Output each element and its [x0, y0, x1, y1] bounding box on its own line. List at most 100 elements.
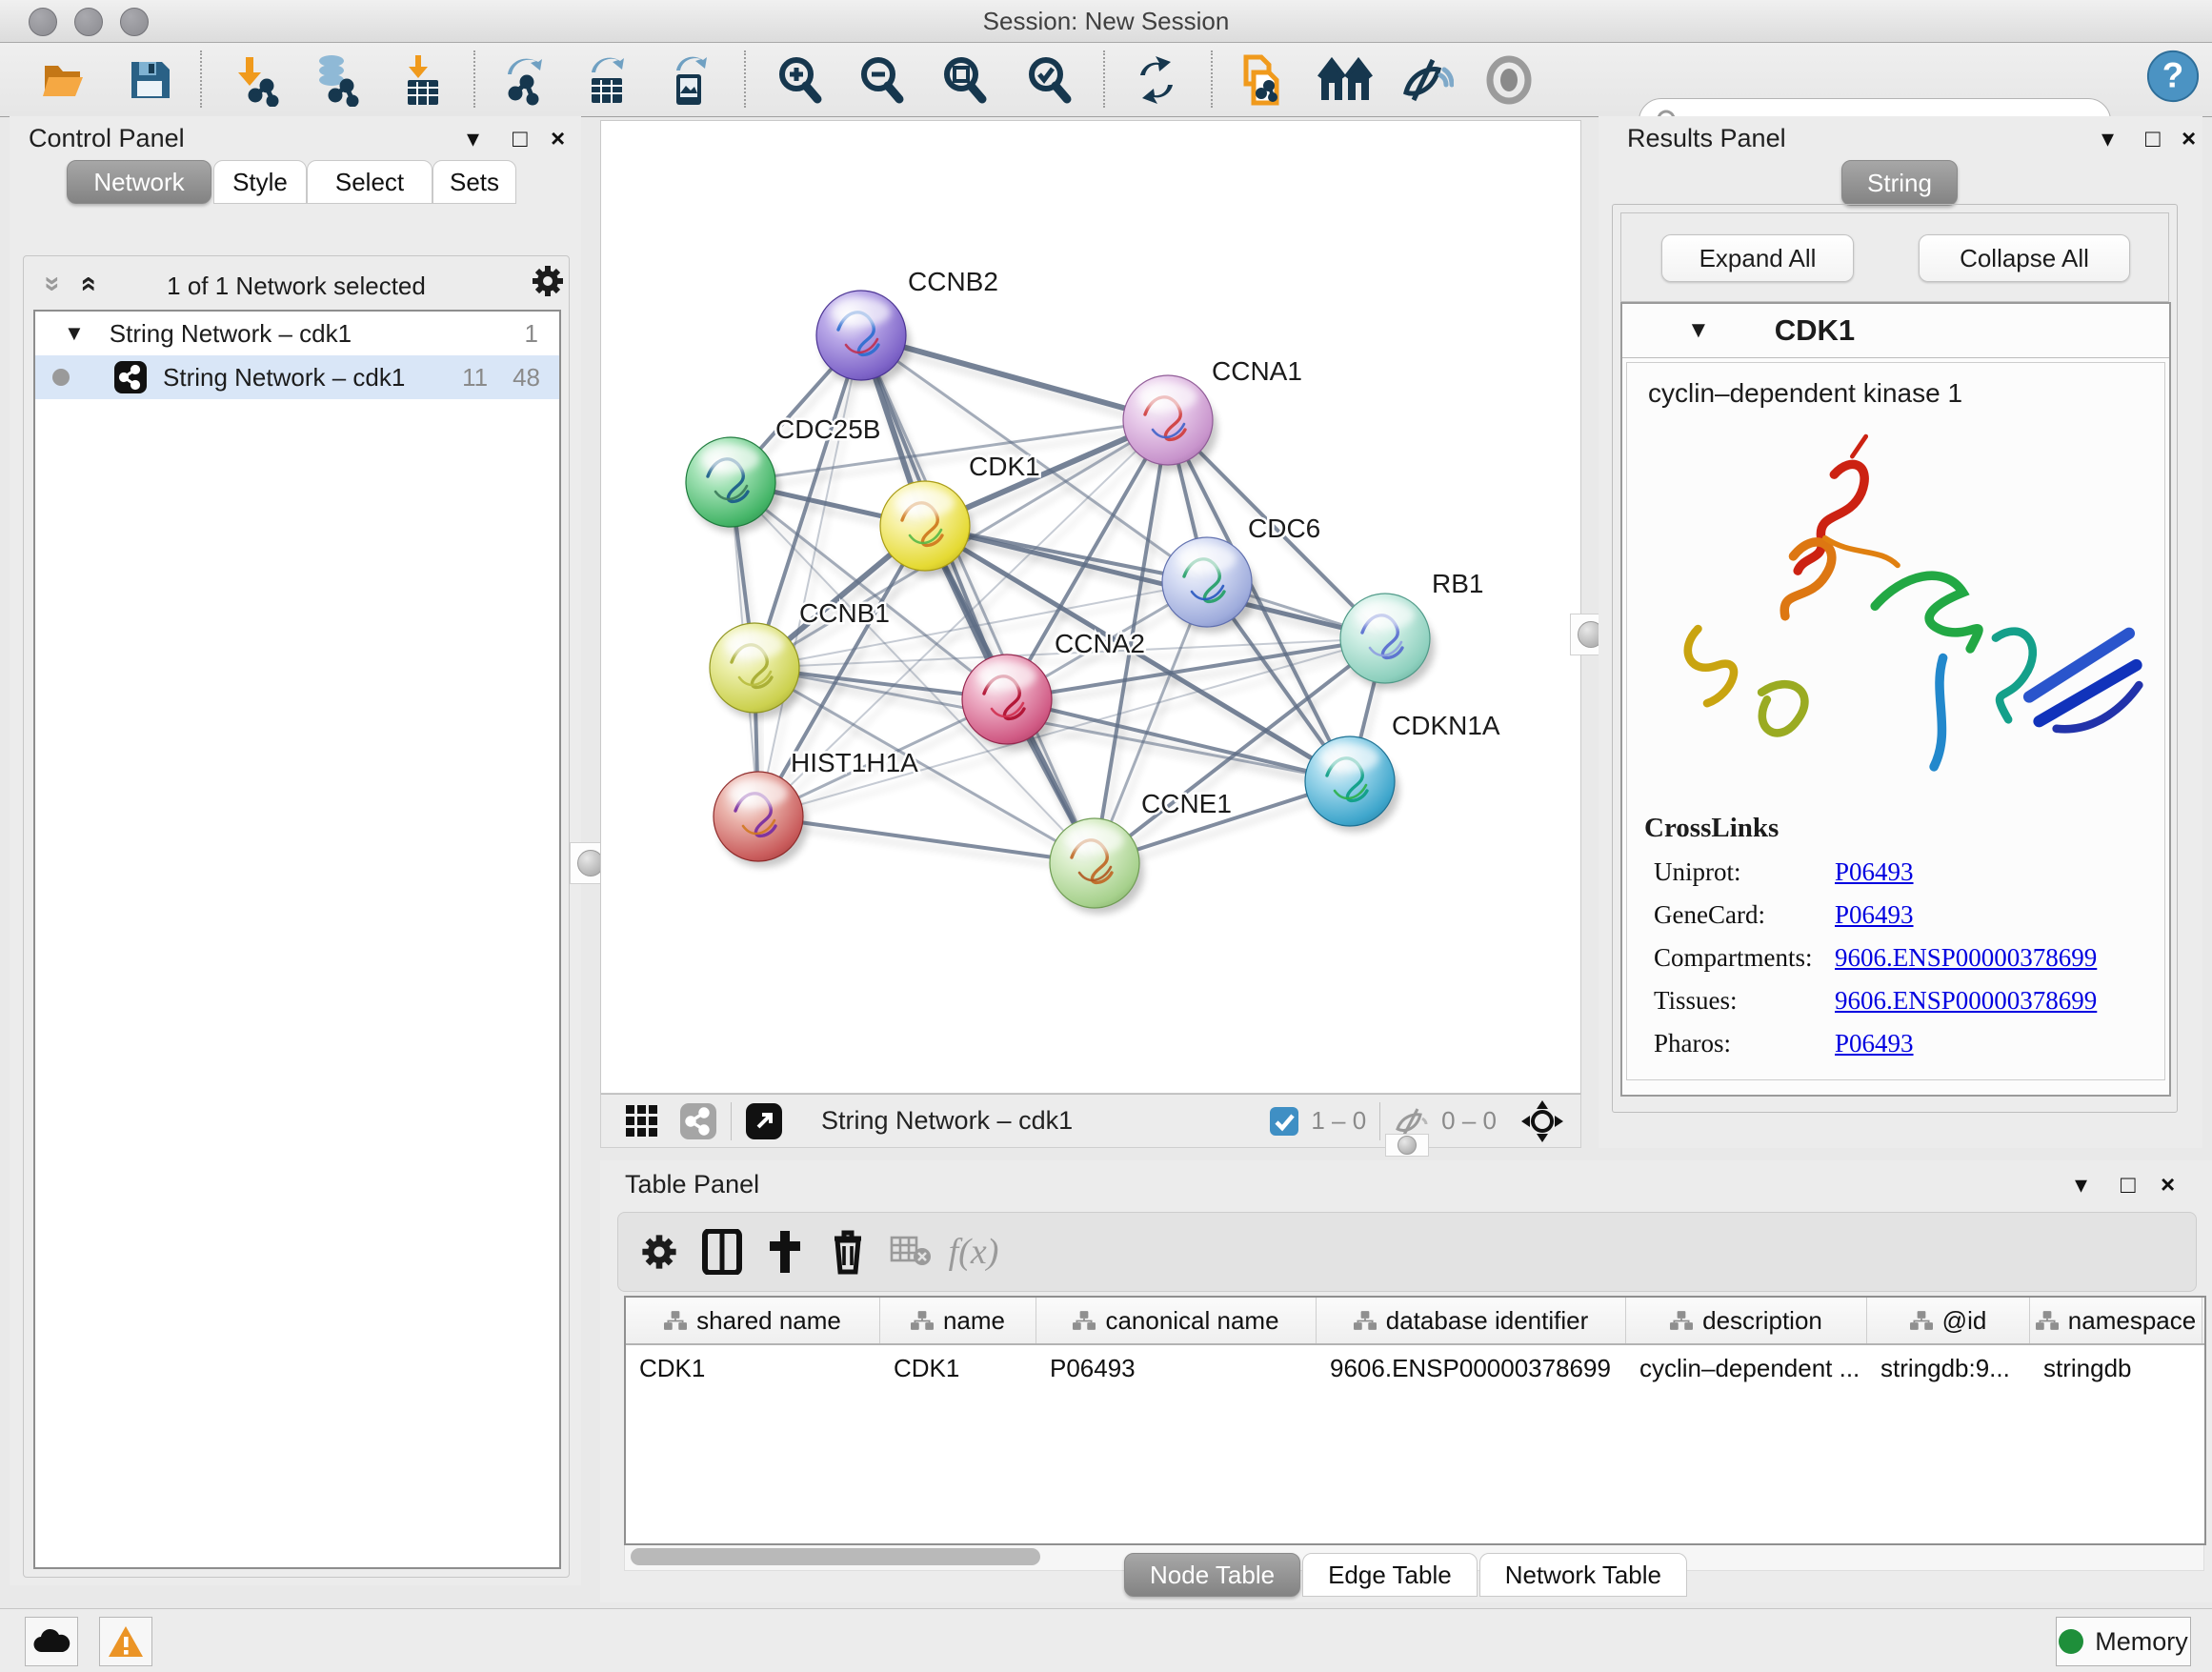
table-cell[interactable]: CDK1 — [626, 1345, 880, 1391]
save-session-icon[interactable] — [122, 52, 177, 108]
table-cell[interactable]: 9606.ENSP00000378699 — [1317, 1345, 1626, 1391]
refresh-icon[interactable] — [1129, 52, 1184, 108]
first-neighbors-icon[interactable] — [1317, 52, 1373, 108]
results-panel: Results Panel ▾ □ × String Expand All Co… — [1599, 116, 2202, 1148]
network-row-label: String Network – cdk1 — [163, 363, 405, 393]
table-cell[interactable]: stringdb:9... — [1867, 1345, 2030, 1391]
column-header-namespace[interactable]: namespace — [2030, 1298, 2202, 1343]
fit-content-crosshair-icon[interactable] — [1521, 1100, 1563, 1142]
column-header-id[interactable]: @id — [1867, 1298, 2030, 1343]
network-node-ccne1[interactable]: CCNE1 — [1050, 789, 1232, 914]
table-toolbar: f(x) — [617, 1212, 2197, 1292]
results-panel-collapse-icon[interactable]: ▾ — [2101, 124, 2114, 153]
collapse-all-button[interactable]: Collapse All — [1919, 234, 2130, 282]
column-header-sharedname[interactable]: shared name — [626, 1298, 880, 1343]
crosslink-link[interactable]: P06493 — [1835, 857, 1914, 887]
crosslink-link[interactable]: P06493 — [1835, 900, 1914, 930]
tab-style[interactable]: Style — [213, 160, 307, 204]
birdseye-grid-icon[interactable] — [624, 1103, 660, 1139]
network-node-ccna1[interactable]: CCNA1 — [1123, 356, 1302, 471]
crosslink-link[interactable]: P06493 — [1835, 1029, 1914, 1058]
network-edge[interactable] — [861, 335, 1095, 863]
export-network-icon[interactable] — [497, 52, 553, 108]
protein-header-row[interactable]: ▼ CDK1 — [1622, 304, 2169, 358]
title-bar: Session: New Session — [0, 0, 2212, 43]
results-panel-close-icon[interactable]: × — [2182, 124, 2196, 153]
tab-network[interactable]: Network — [67, 160, 211, 204]
import-table-icon[interactable] — [395, 52, 451, 108]
results-panel-float-icon[interactable]: □ — [2145, 124, 2161, 153]
table-panel-float-icon[interactable]: □ — [2121, 1170, 2136, 1199]
protein-expander-icon[interactable]: ▼ — [1687, 317, 1710, 344]
control-panel-close-icon[interactable]: × — [551, 124, 565, 153]
function-builder-icon[interactable]: f(x) — [942, 1223, 1005, 1280]
cloud-icon — [32, 1627, 70, 1656]
tab-edge-table[interactable]: Edge Table — [1302, 1553, 1478, 1597]
open-session-icon[interactable] — [37, 52, 92, 108]
control-panel-collapse-icon[interactable]: ▾ — [467, 124, 479, 153]
help-icon[interactable]: ? — [2145, 49, 2201, 104]
splitter-handle-bottom[interactable] — [1385, 1134, 1429, 1157]
add-column-icon[interactable] — [754, 1223, 816, 1280]
network-canvas[interactable]: CCNB2CCNA1CDC25BCDK1CDC6RB1CCNB1CCNA2CDK… — [600, 120, 1581, 1094]
column-header-canonicalname[interactable]: canonical name — [1036, 1298, 1317, 1343]
zoom-out-icon[interactable] — [855, 52, 910, 108]
table-row[interactable]: CDK1CDK1P064939606.ENSP00000378699cyclin… — [626, 1345, 2204, 1391]
show-columns-icon[interactable] — [691, 1223, 754, 1280]
zoom-in-icon[interactable] — [773, 52, 828, 108]
network-view-bar: String Network – cdk1 1 – 0 0 – 0 — [600, 1094, 1581, 1148]
crosslink-row: Compartments:9606.ENSP00000378699 — [1654, 943, 2164, 973]
tab-sets[interactable]: Sets — [432, 160, 516, 204]
network-collection-row[interactable]: ▼ String Network – cdk1 1 — [35, 312, 559, 355]
node-label-hist1h1a: HIST1H1A — [791, 748, 918, 777]
protein-result-card: ▼ CDK1 cyclin–dependent kinase 1 — [1620, 302, 2171, 1097]
import-network-file-icon[interactable] — [230, 52, 285, 108]
control-panel-float-icon[interactable]: □ — [513, 124, 528, 153]
tab-network-table[interactable]: Network Table — [1479, 1553, 1687, 1597]
network-graph[interactable]: CCNB2CCNA1CDC25BCDK1CDC6RB1CCNB1CCNA2CDK… — [601, 121, 1580, 1093]
crosslink-link[interactable]: 9606.ENSP00000378699 — [1835, 986, 2097, 1016]
node-label-cdc6: CDC6 — [1248, 514, 1320, 543]
network-node-count: 11 — [462, 363, 488, 393]
expand-all-button[interactable]: Expand All — [1661, 234, 1854, 282]
column-header-name[interactable]: name — [880, 1298, 1036, 1343]
hidden-eye-icon[interactable] — [1394, 1106, 1430, 1137]
cloud-button[interactable] — [25, 1617, 78, 1666]
delete-column-icon[interactable] — [816, 1223, 879, 1280]
table-cell[interactable]: stringdb — [2030, 1345, 2202, 1391]
network-options-gear-icon[interactable] — [529, 262, 567, 305]
show-details-icon[interactable] — [1481, 52, 1537, 108]
memory-button[interactable]: Memory — [2056, 1617, 2191, 1666]
network-row-selected[interactable]: String Network – cdk1 11 48 — [35, 355, 559, 399]
column-header-description[interactable]: description — [1626, 1298, 1867, 1343]
export-table-icon[interactable] — [579, 52, 634, 108]
network-type-icon[interactable] — [679, 1102, 717, 1140]
tab-string[interactable]: String — [1841, 160, 1958, 206]
table-panel-collapse-icon[interactable]: ▾ — [2075, 1170, 2087, 1199]
export-image-icon[interactable] — [662, 52, 717, 108]
table-gear-icon[interactable] — [628, 1223, 691, 1280]
zoom-selected-icon[interactable] — [1022, 52, 1077, 108]
clone-network-icon[interactable] — [1232, 52, 1287, 108]
column-header-databaseidentifier[interactable]: database identifier — [1317, 1298, 1626, 1343]
node-table[interactable]: shared namenamecanonical namedatabase id… — [624, 1296, 2206, 1545]
network-node-rb1[interactable]: RB1 — [1340, 569, 1483, 689]
network-node-cdkn1a[interactable]: CDKN1A — [1305, 711, 1500, 832]
warning-button[interactable] — [99, 1617, 152, 1666]
tab-node-table[interactable]: Node Table — [1124, 1553, 1300, 1597]
graphics-details-icon[interactable] — [1398, 52, 1454, 108]
table-cell[interactable]: CDK1 — [880, 1345, 1036, 1391]
delete-table-icon[interactable] — [879, 1223, 942, 1280]
table-hscroll-thumb[interactable] — [631, 1548, 1040, 1565]
protein-description: cyclin–dependent kinase 1 — [1648, 378, 2164, 409]
tab-select[interactable]: Select — [307, 160, 432, 204]
import-network-database-icon[interactable] — [310, 52, 365, 108]
open-in-window-icon[interactable] — [745, 1102, 783, 1140]
selected-checkbox-icon[interactable] — [1269, 1106, 1299, 1137]
crosslink-link[interactable]: 9606.ENSP00000378699 — [1835, 943, 2097, 973]
table-cell[interactable]: P06493 — [1036, 1345, 1317, 1391]
table-panel-close-icon[interactable]: × — [2161, 1170, 2175, 1199]
zoom-fit-icon[interactable] — [937, 52, 993, 108]
table-cell[interactable]: cyclin–dependent ... — [1626, 1345, 1867, 1391]
collection-expander-icon[interactable]: ▼ — [64, 321, 85, 346]
